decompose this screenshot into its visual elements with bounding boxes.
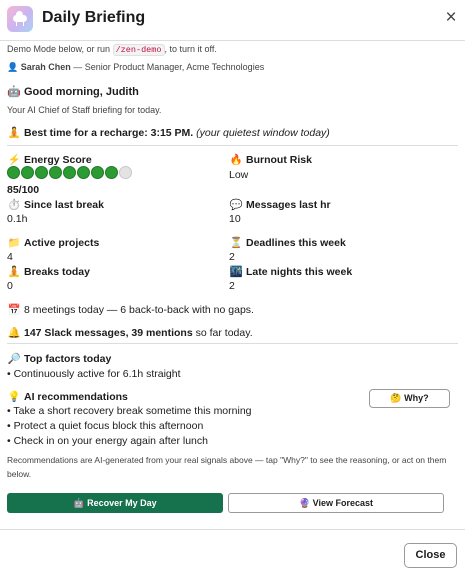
robot-icon: 🤖 <box>7 86 21 98</box>
modal-title: Daily Briefing <box>42 9 146 26</box>
energy-score-title: Energy Score <box>24 154 92 166</box>
slack-counts: 147 Slack messages, 39 mentions <box>24 327 193 339</box>
late-nights-value: 2 <box>229 280 235 292</box>
energy-dot-filled <box>105 166 118 179</box>
energy-dot-filled <box>7 166 20 179</box>
energy-dot-filled <box>91 166 104 179</box>
recharge-time: Best time for a recharge: 3:15 PM. <box>24 127 194 139</box>
slack-rest: so far today. <box>192 327 253 339</box>
since-break-label: ⏱️ Since last break <box>7 198 104 211</box>
bell-icon: 🔔 <box>7 327 21 339</box>
breaks-label: 🧘 Breaks today <box>7 265 90 278</box>
energy-dot-filled <box>21 166 34 179</box>
modal-footer: Close <box>0 529 465 573</box>
close-icon[interactable]: × <box>441 8 461 29</box>
late-nights-title: Late nights this week <box>246 266 353 278</box>
factors-title: Top factors today <box>24 353 112 365</box>
demo-mode-notice: Demo Mode below, or run /zen-demo, to tu… <box>7 44 217 56</box>
energy-dot-filled <box>35 166 48 179</box>
magnifier-icon: 🔎 <box>7 353 21 365</box>
projects-title: Active projects <box>24 237 100 249</box>
energy-dot-empty <box>119 166 132 179</box>
demo-prefix: Demo Mode below, or run <box>7 44 111 54</box>
recommendations-heading: 💡 AI recommendations <box>7 390 128 403</box>
divider <box>7 343 458 344</box>
modal-header: Daily Briefing × <box>0 0 465 41</box>
cloud-app-icon <box>7 6 33 32</box>
person-icon: 👤 <box>7 62 19 72</box>
energy-dot-filled <box>49 166 62 179</box>
breaks-value: 0 <box>7 280 13 292</box>
recharge-note: (your quietest window today) <box>196 127 330 139</box>
deadlines-value: 2 <box>229 251 235 263</box>
greeting-title: Good morning, Judith <box>24 86 139 98</box>
energy-dot-filled <box>77 166 90 179</box>
projects-value: 4 <box>7 251 13 263</box>
greeting-subtitle: Your AI Chief of Staff briefing for toda… <box>7 105 162 115</box>
view-forecast-button[interactable]: 🔮 View Forecast <box>228 493 444 513</box>
why-button[interactable]: 🤔 Why? <box>369 389 450 408</box>
recommendation-item: • Take a short recovery break sometime t… <box>7 405 252 417</box>
folder-icon: 📁 <box>7 237 21 249</box>
night-city-icon: 🌃 <box>229 266 243 278</box>
recommendations-disclaimer: Recommendations are AI-generated from yo… <box>7 455 447 465</box>
breaks-title: Breaks today <box>24 266 90 278</box>
stopwatch-icon: ⏱️ <box>7 199 21 211</box>
messages-hr-title: Messages last hr <box>246 199 331 211</box>
lightbulb-icon: 💡 <box>7 391 21 403</box>
late-nights-label: 🌃 Late nights this week <box>229 265 352 278</box>
demo-suffix: , to turn it off. <box>164 44 217 54</box>
demo-command: /zen-demo <box>112 44 165 56</box>
burnout-risk-value: Low <box>229 169 249 181</box>
recommendations-disclaimer-cont: below. <box>7 469 32 479</box>
meetings-text: 8 meetings today — 6 back-to-back with n… <box>24 304 254 316</box>
close-button[interactable]: Close <box>404 543 457 568</box>
energy-score-value: 85/100 <box>7 184 40 196</box>
speech-bubble-icon: 💬 <box>229 199 243 211</box>
user-info: 👤 Sarah Chen — Senior Product Manager, A… <box>7 62 264 73</box>
greeting: 🤖 Good morning, Judith <box>7 85 139 98</box>
energy-score-meter <box>7 166 132 180</box>
recover-my-day-button[interactable]: 🤖 Recover My Day <box>7 493 223 513</box>
calendar-icon: 📅 <box>7 304 21 316</box>
user-name: Sarah Chen <box>20 62 71 72</box>
user-role: — Senior Product Manager, Acme Technolog… <box>70 62 265 72</box>
burnout-risk-title: Burnout Risk <box>246 154 312 166</box>
meetings-summary: 📅 8 meetings today — 6 back-to-back with … <box>7 303 254 316</box>
recharge-tip: 🧘 Best time for a recharge: 3:15 PM. (you… <box>7 126 330 139</box>
deadlines-title: Deadlines this week <box>246 237 346 249</box>
fire-icon: 🔥 <box>229 154 243 166</box>
recommendation-item: • Check in on your energy again after lu… <box>7 435 208 447</box>
energy-dot-filled <box>63 166 76 179</box>
messages-hr-label: 💬 Messages last hr <box>229 198 331 211</box>
projects-label: 📁 Active projects <box>7 236 99 249</box>
since-break-value: 0.1h <box>7 213 28 225</box>
meditation-icon: 🧘 <box>7 127 21 139</box>
recommendations-title: AI recommendations <box>24 391 128 403</box>
divider <box>7 145 458 146</box>
messages-hr-value: 10 <box>229 213 241 225</box>
burnout-risk-label: 🔥 Burnout Risk <box>229 153 312 166</box>
lightning-icon: ⚡ <box>7 154 21 166</box>
since-break-title: Since last break <box>24 199 104 211</box>
recommendation-item: • Protect a quiet focus block this after… <box>7 420 204 432</box>
hourglass-icon: ⏳ <box>229 237 243 249</box>
meditation-icon: 🧘 <box>7 266 21 278</box>
factor-item: • Continuously active for 6.1h straight <box>7 368 181 380</box>
energy-score-label: ⚡ Energy Score <box>7 153 92 166</box>
modal-body: Demo Mode below, or run /zen-demo, to tu… <box>0 41 465 529</box>
factors-heading: 🔎 Top factors today <box>7 352 111 365</box>
deadlines-label: ⏳ Deadlines this week <box>229 236 346 249</box>
slack-summary: 🔔 147 Slack messages, 39 mentions so far … <box>7 326 253 339</box>
